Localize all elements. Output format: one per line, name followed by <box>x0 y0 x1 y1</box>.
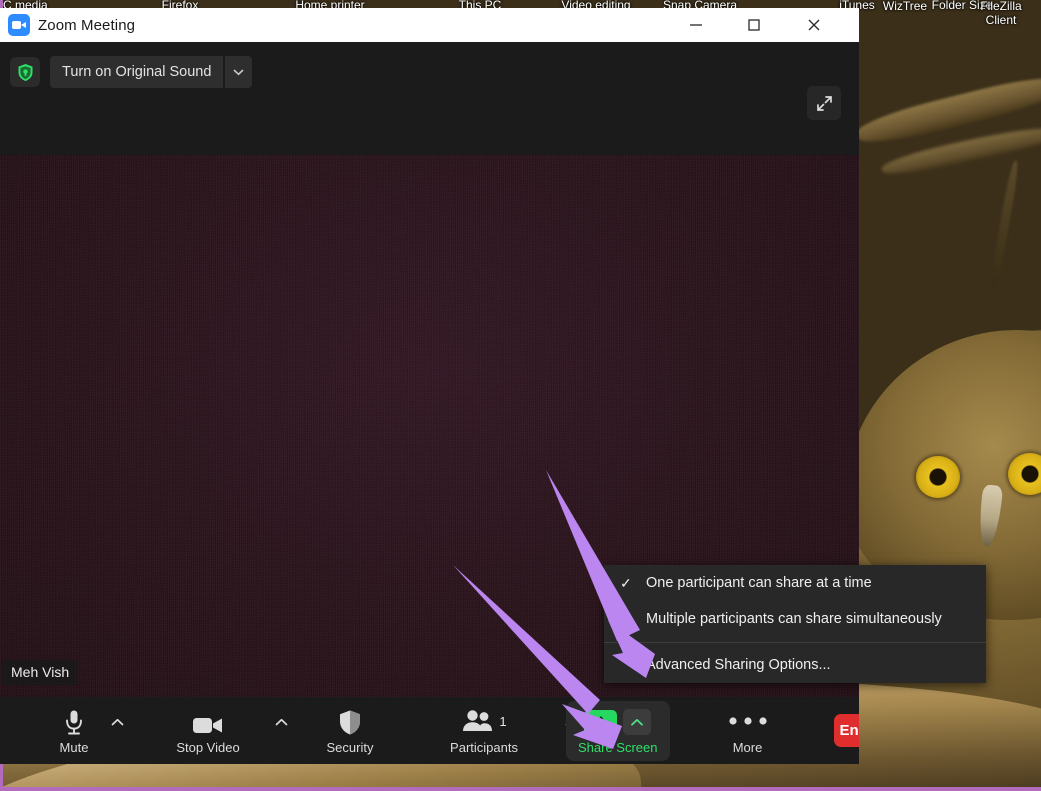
security-label: Security <box>326 740 374 755</box>
meeting-top-bar: Turn on Original Sound <box>0 42 859 155</box>
menu-divider <box>604 642 986 643</box>
original-sound-label[interactable]: Turn on Original Sound <box>50 56 224 88</box>
stop-video-button[interactable]: Stop Video <box>170 700 287 762</box>
menu-item-advanced-sharing[interactable]: Advanced Sharing Options... <box>604 647 986 683</box>
participants-label: Participants <box>450 740 518 755</box>
up-arrow-icon[interactable] <box>584 709 618 735</box>
original-sound-control[interactable]: Turn on Original Sound <box>50 56 253 88</box>
desktop-icon-label[interactable]: Client <box>986 13 1017 27</box>
more-label: More <box>732 740 763 755</box>
close-button[interactable] <box>791 8 837 42</box>
security-shield-icon[interactable] <box>10 57 40 87</box>
check-icon: ✓ <box>620 574 632 591</box>
share-screen-options-menu: ✓ One participant can share at a time Mu… <box>604 565 986 683</box>
wallpaper-owl-eye-left <box>916 456 960 498</box>
participants-icon-group: 1 <box>461 706 507 736</box>
people-icon <box>463 710 493 731</box>
stop-video-label: Stop Video <box>176 740 240 755</box>
video-options-chevron-up-icon[interactable] <box>272 714 290 732</box>
wallpaper-twig <box>988 160 1021 290</box>
menu-item-advanced-sharing-label: Advanced Sharing Options... <box>646 657 831 673</box>
menu-item-multiple-participants[interactable]: Multiple participants can share simultan… <box>604 601 986 637</box>
security-button[interactable]: Security <box>312 700 388 762</box>
minimize-button[interactable] <box>673 8 719 42</box>
maximize-button[interactable] <box>731 8 777 42</box>
mute-button[interactable]: Mute <box>36 700 123 762</box>
desktop-icon-label[interactable]: FileZilla <box>980 0 1021 13</box>
chevron-down-icon[interactable] <box>223 56 253 88</box>
mute-options-chevron-up-icon[interactable] <box>108 714 126 732</box>
share-screen-label: Share Screen <box>578 740 658 755</box>
window-title: Zoom Meeting <box>38 16 136 34</box>
screen-edge-bottom <box>0 787 1041 791</box>
menu-item-one-participant[interactable]: ✓ One participant can share at a time <box>604 565 986 601</box>
share-screen-group[interactable]: Share Screen <box>566 700 670 761</box>
more-button[interactable]: More <box>710 700 786 762</box>
mute-label: Mute <box>59 740 89 755</box>
participants-count: 1 <box>499 713 507 729</box>
video-camera-icon <box>192 706 224 736</box>
microphone-icon <box>63 706 85 736</box>
share-screen-row <box>584 706 652 738</box>
menu-item-one-participant-label: One participant can share at a time <box>646 575 872 591</box>
enter-fullscreen-icon[interactable] <box>807 86 841 120</box>
desktop-icon-label[interactable]: WizTree <box>883 0 927 13</box>
window-title-bar: Zoom Meeting <box>0 8 859 42</box>
screen: VLC mediaFirefoxHome printerThis PCVideo… <box>0 0 1041 791</box>
shield-icon <box>338 706 362 736</box>
end-meeting-button[interactable]: End <box>833 714 859 747</box>
menu-item-multiple-participants-label: Multiple participants can share simultan… <box>646 611 942 627</box>
share-screen-chevron-up-icon[interactable] <box>623 709 652 735</box>
ellipsis-icon <box>727 706 769 736</box>
participants-button[interactable]: 1 Participants <box>446 700 577 762</box>
zoom-camera-icon <box>8 14 30 36</box>
participant-name-badge: Meh Vish <box>2 660 79 685</box>
meeting-controls-toolbar: Mute Stop Video Security 1 Participants … <box>0 697 859 764</box>
